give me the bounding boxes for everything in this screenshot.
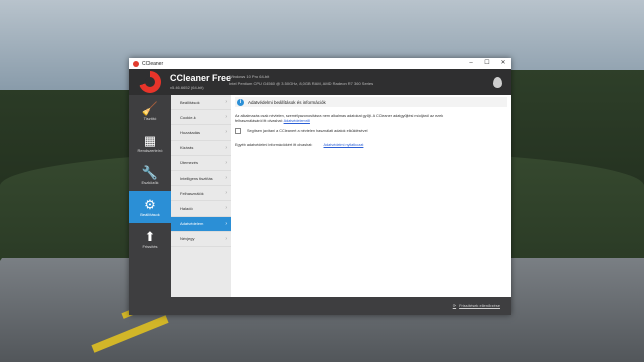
sidebar-item-registry[interactable]: ▦ Rendszerleíró [129, 127, 171, 159]
chevron-right-icon: › [225, 159, 227, 166]
subnav-label: Ütemezés [180, 160, 199, 166]
chevron-right-icon: › [225, 144, 227, 151]
sidebar-item-label: Eszközök [141, 180, 159, 185]
broom-icon: 🧹 [141, 101, 159, 116]
gear-icon: ⚙ [144, 197, 156, 212]
more-info-text: Egyéb adatvédelmi információkért itt olv… [235, 143, 313, 147]
check-updates-link[interactable]: ⟳ Frissítések ellenőrzése [453, 303, 500, 308]
maximize-button[interactable]: ☐ [479, 58, 495, 69]
subnav-item-settings[interactable]: Beállítások › [171, 95, 231, 111]
privacy-text: Az alkalmazás csak névtelen, személyazon… [235, 114, 444, 123]
sidebar-item-label: Tisztító [143, 116, 157, 121]
window-title: CCleaner [142, 60, 164, 67]
options-subnav: Beállítások › Cookie-k › Hozzáadás › Kizárá… [171, 95, 231, 297]
subnav-label: Hozzáadás [180, 129, 201, 135]
subnav-item-advanced[interactable]: Haladó › [171, 201, 231, 217]
usage-data-label[interactable]: Segítsen javítani a CCleanert a névtelen… [247, 129, 368, 133]
subnav-item-smart-cleaning[interactable]: Intelligens tisztítás › [171, 171, 231, 187]
usage-data-checkbox[interactable] [235, 128, 241, 134]
subnav-label: Felhasználók [180, 190, 204, 196]
piriform-pear-icon [493, 77, 502, 88]
subnav-item-cookies[interactable]: Cookie-k › [171, 110, 231, 126]
sidebar-item-label: Frissítés [142, 244, 158, 249]
section-header: i Adatvédelmi beállítások és információk [235, 97, 507, 107]
subnav-item-include[interactable]: Hozzáadás › [171, 125, 231, 141]
chevron-right-icon: › [225, 129, 227, 136]
ccleaner-logo [139, 71, 161, 93]
usage-data-option[interactable]: Segítsen javítani a CCleanert a névtelen… [235, 128, 368, 134]
privacy-panel: i Adatvédelmi beállítások és információk… [231, 95, 511, 297]
subnav-label: Adatvédelem [180, 221, 204, 227]
subnav-label: Intelligens tisztítás [180, 175, 213, 181]
system-info-hardware: Intel Pentium CPU G4560 @ 3.50GHz, 8,0GB… [229, 81, 374, 86]
chevron-right-icon: › [225, 190, 227, 197]
info-icon: i [237, 98, 244, 106]
subnav-item-about[interactable]: Névjegy › [171, 232, 231, 247]
chevron-right-icon: › [225, 114, 227, 121]
title-bar[interactable]: CCleaner – ☐ ✕ [129, 58, 511, 69]
wrench-icon: 🔧 [141, 165, 159, 180]
subnav-item-exclude[interactable]: Kizárás › [171, 141, 231, 156]
chevron-right-icon: › [225, 99, 227, 106]
section-title: Adatvédelmi beállítások és információk [248, 99, 326, 105]
chevron-right-icon: › [225, 220, 227, 227]
subnav-label: Névjegy [180, 236, 195, 242]
app-title: CCleaner Free [170, 73, 232, 83]
subnav-label: Cookie-k [180, 114, 196, 120]
subnav-item-users[interactable]: Felhasználók › [171, 186, 231, 202]
check-updates-label[interactable]: Frissítések ellenőrzése [459, 303, 500, 308]
privacy-policy-link[interactable]: Adatvédelmi nyilatkozat [324, 143, 364, 147]
chevron-right-icon: › [225, 175, 227, 182]
sidebar-item-label: Rendszerleíró [137, 148, 163, 153]
sidebar-item-options[interactable]: ⚙ Beállítások [129, 191, 171, 223]
ccleaner-window: CCleaner – ☐ ✕ CCleaner Free v5.46.6652 … [129, 58, 511, 315]
chevron-right-icon: › [225, 235, 227, 242]
privacy-description: Az alkalmazás csak névtelen, személyazon… [235, 114, 470, 124]
bottom-bar: ⟳ Frissítések ellenőrzése [171, 297, 511, 315]
app-version: v5.46.6652 (64-bit) [170, 85, 204, 90]
up-arrow-icon: ⬆ [144, 229, 156, 244]
subnav-item-scheduling[interactable]: Ütemezés › [171, 156, 231, 171]
sidebar-item-tools[interactable]: 🔧 Eszközök [129, 159, 171, 191]
refresh-icon: ⟳ [452, 303, 457, 308]
grid-icon: ▦ [143, 133, 157, 148]
close-button[interactable]: ✕ [495, 58, 511, 69]
main-sidebar: 🧹 Tisztító ▦ Rendszerleíró 🔧 Eszközök ⚙ … [129, 95, 171, 315]
chevron-right-icon: › [225, 205, 227, 212]
sidebar-item-label: Beállítások [140, 212, 160, 217]
minimize-button[interactable]: – [463, 58, 479, 69]
app-icon [133, 60, 139, 67]
sidebar-item-upgrade[interactable]: ⬆ Frissítés [129, 223, 171, 255]
subnav-label: Beállítások [180, 99, 200, 105]
subnav-label: Kizárás [180, 145, 194, 151]
system-info-os: Windows 10 Pro 64-bit [229, 74, 270, 79]
subnav-item-privacy[interactable]: Adatvédelem › [171, 216, 231, 232]
privacy-link[interactable]: Adatvédelemről [284, 119, 310, 123]
subnav-label: Haladó [180, 205, 193, 211]
app-header: CCleaner Free v5.46.6652 (64-bit) Window… [129, 69, 511, 95]
more-info-row: Egyéb adatvédelmi információkért itt olv… [235, 143, 363, 147]
sidebar-item-cleaner[interactable]: 🧹 Tisztító [129, 95, 171, 127]
